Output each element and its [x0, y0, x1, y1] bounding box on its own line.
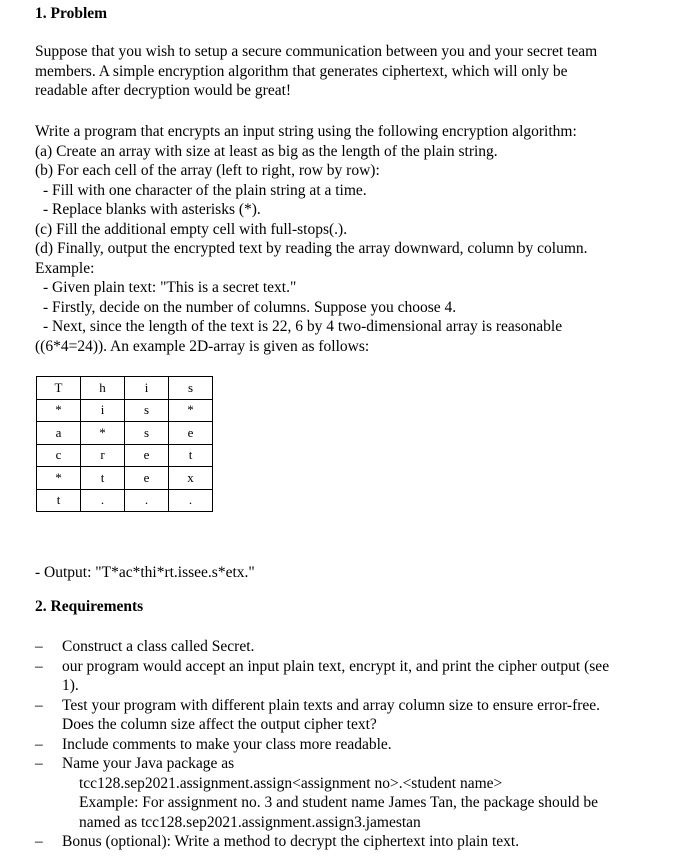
requirement-item: – Test your program with different plain … — [35, 696, 675, 735]
requirement-item: – Construct a class called Secret. — [35, 637, 675, 657]
algo-line: Example: — [35, 259, 95, 277]
array-cell: . — [80, 488, 125, 512]
section-requirements-heading: 2. Requirements — [35, 598, 144, 615]
array-cell: c — [36, 443, 81, 467]
array-cell: e — [124, 466, 169, 490]
array-cell: i — [80, 398, 125, 422]
algo-line: - Replace blanks with asterisks (*). — [43, 201, 261, 218]
array-cell: t — [168, 443, 213, 467]
example-output: - Output: "T*ac*thi*rt.issee.s*etx." — [35, 564, 255, 581]
array-cell: x — [168, 466, 213, 490]
array-cell: a — [36, 421, 81, 445]
array-cell: t — [36, 488, 81, 512]
algo-line: - Next, since the length of the text is … — [43, 318, 563, 335]
requirement-text: 1). — [62, 677, 79, 694]
algo-line: (b) For each cell of the array (left to … — [35, 162, 380, 179]
requirement-subtext: Example: For assignment no. 3 and studen… — [79, 794, 599, 811]
algo-line: ((6*4=24)). An example 2D-array is given… — [35, 337, 370, 355]
requirement-item: – Name your Java package as tcc128.sep2021… — [35, 754, 675, 832]
algo-line: (c) Fill the additional empty cell with … — [35, 220, 348, 238]
algorithm-description: Write a program that encrypts an input s… — [35, 122, 675, 356]
example-2d-array: Th i s * i s * a * s e c r e t * t e x t... — [36, 376, 213, 512]
requirement-item: – Bonus (optional): Write a method to dec… — [35, 832, 675, 852]
array-cell: s — [124, 421, 169, 445]
dash-bullet-icon: – — [35, 657, 43, 675]
dash-bullet-icon: – — [35, 833, 43, 850]
array-row: a * s e — [36, 421, 213, 445]
dash-bullet-icon: – — [35, 638, 43, 655]
array-cell: e — [124, 443, 169, 467]
problem-intro: Suppose that you wish to setup a secure … — [35, 42, 675, 101]
requirement-text: Test your program with different plain t… — [62, 696, 601, 714]
array-cell: . — [168, 488, 213, 512]
array-cell: s — [124, 398, 169, 422]
requirement-text: Bonus (optional): Write a method to decr… — [62, 833, 520, 850]
requirement-text: Include comments to make your class more… — [62, 735, 392, 753]
section-problem-heading: 1. Problem — [35, 5, 108, 22]
requirement-text: Does the column size affect the output c… — [62, 716, 377, 733]
requirement-text: Name your Java package as — [62, 755, 235, 772]
intro-line: readable after decryption would be great… — [35, 82, 292, 99]
array-cell: s — [168, 376, 213, 400]
array-cell: * — [80, 421, 125, 445]
requirement-subtext: tcc128.sep2021.assignment.assign<assignm… — [79, 774, 503, 792]
intro-line: Suppose that you wish to setup a secure … — [35, 43, 598, 60]
array-cell: * — [36, 398, 81, 422]
array-cell: * — [36, 466, 81, 490]
dash-bullet-icon: – — [35, 735, 43, 753]
requirement-text: Construct a class called Secret. — [62, 638, 255, 655]
array-cell: . — [124, 488, 169, 512]
dash-bullet-icon: – — [35, 755, 43, 772]
requirement-subtext: named as tcc128.sep2021.assignment.assig… — [79, 813, 421, 831]
requirement-text: our program would accept an input plain … — [62, 657, 610, 675]
array-row: cret — [36, 443, 213, 467]
array-cell: e — [168, 421, 213, 445]
algo-line: (d) Finally, output the encrypted text b… — [35, 240, 588, 257]
requirement-item: – our program would accept an input plain… — [35, 657, 675, 696]
dash-bullet-icon: – — [35, 696, 43, 714]
array-cell: * — [168, 398, 213, 422]
requirement-item: – Include comments to make your class mor… — [35, 735, 675, 755]
array-row: This — [36, 376, 213, 400]
array-row: t... — [36, 488, 213, 512]
array-cell: h — [80, 376, 125, 400]
algo-line: (a) Create an array with size at least a… — [35, 142, 498, 160]
algo-line: - Firstly, decide on the number of colum… — [43, 298, 457, 316]
array-row: * t e x — [36, 466, 213, 490]
intro-line: members. A simple encryption algorithm t… — [35, 62, 568, 80]
array-cell: r — [80, 443, 125, 467]
array-cell: i — [124, 376, 169, 400]
requirements-list: – Construct a class called Secret. – our pr… — [35, 637, 675, 852]
array-cell: t — [80, 466, 125, 490]
algo-line: Write a program that encrypts an input s… — [35, 123, 577, 140]
algo-line: - Fill with one character of the plain s… — [43, 181, 367, 199]
array-cell: T — [36, 376, 81, 400]
algo-line: - Given plain text: "This is a secret te… — [43, 279, 297, 296]
array-row: * i s * — [36, 398, 213, 422]
